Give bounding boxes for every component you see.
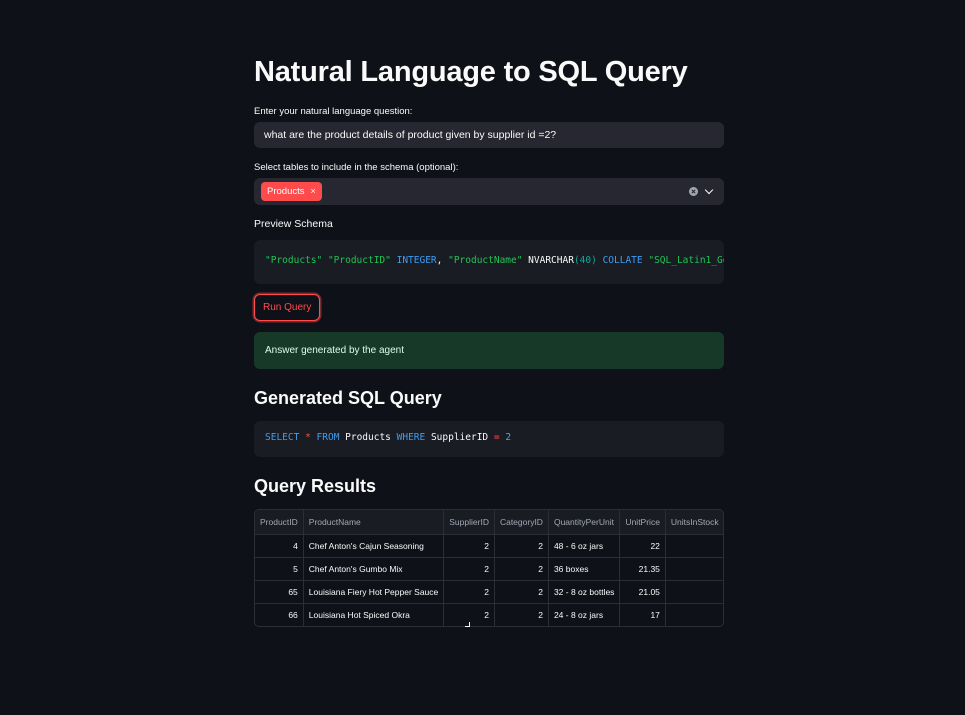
- sql-section-heading: Generated SQL Query: [254, 388, 442, 408]
- column-header[interactable]: ProductID: [255, 510, 304, 535]
- table-cell[interactable]: 21.35: [619, 557, 666, 581]
- table-cell[interactable]: [665, 580, 723, 604]
- code-token: INTEGER: [396, 255, 437, 266]
- code-token: =: [493, 432, 500, 443]
- tables-multiselect[interactable]: Products ×: [254, 178, 724, 205]
- code-token: SupplierID: [425, 432, 494, 443]
- code-token: ,: [436, 255, 449, 266]
- table-cell[interactable]: [665, 557, 723, 581]
- table-cell[interactable]: 2: [443, 580, 495, 604]
- code-token: "SQL_Latin1_General_CP1_CI_AS": [648, 255, 724, 266]
- table-cell[interactable]: 2: [494, 580, 549, 604]
- table-cell[interactable]: 22: [619, 534, 666, 558]
- table-row[interactable]: 66 Louisiana Hot Spiced Okra 2 2 24 - 8 oz j…: [255, 603, 723, 626]
- code-token: "ProductName": [448, 255, 523, 266]
- table-cell[interactable]: Louisiana Hot Spiced Okra: [303, 603, 445, 626]
- selected-table-label: Products: [267, 186, 305, 197]
- table-cell[interactable]: Louisiana Fiery Hot Pepper Sauce: [303, 580, 445, 604]
- table-cell[interactable]: Chef Anton's Cajun Seasoning: [303, 534, 445, 558]
- code-token: *: [305, 432, 311, 443]
- chevron-down-icon[interactable]: [704, 185, 714, 195]
- remove-tag-icon[interactable]: ×: [311, 187, 316, 196]
- question-input[interactable]: what are the product details of product …: [254, 122, 724, 148]
- column-header[interactable]: CategoryID: [494, 510, 549, 535]
- table-cell[interactable]: 32 - 8 oz bottles: [548, 580, 621, 604]
- table-cell[interactable]: 5: [255, 557, 304, 581]
- table-row[interactable]: 65 Louisiana Fiery Hot Pepper Sauce 2 2 32 -…: [255, 580, 723, 604]
- clear-all-icon[interactable]: [689, 187, 698, 196]
- selected-table-tag[interactable]: Products ×: [261, 182, 322, 201]
- code-token: Products: [339, 432, 397, 443]
- code-token: 2: [505, 432, 512, 443]
- sql-code-block[interactable]: SELECT * FROM Products WHERE SupplierID …: [254, 421, 724, 457]
- table-cell[interactable]: 66: [255, 603, 304, 626]
- table-cell[interactable]: Chef Anton's Gumbo Mix: [303, 557, 445, 581]
- table-cell[interactable]: [665, 534, 723, 558]
- code-token: FROM: [316, 432, 340, 443]
- page-title: Natural Language to SQL Query: [254, 56, 688, 88]
- tables-select-label: Select tables to include in the schema (…: [254, 162, 459, 173]
- column-header[interactable]: SupplierID: [443, 510, 495, 535]
- table-cell[interactable]: 65: [255, 580, 304, 604]
- question-label: Enter your natural language question:: [254, 106, 413, 117]
- table-cell[interactable]: 2: [494, 557, 549, 581]
- table-cell[interactable]: 2: [443, 534, 495, 558]
- code-token: COLLATE: [602, 255, 643, 266]
- table-cell[interactable]: 17: [619, 603, 666, 626]
- table-row[interactable]: 5 Chef Anton's Gumbo Mix 2 2 36 boxes 21.35: [255, 557, 723, 581]
- code-token: WHERE: [396, 432, 426, 443]
- table-row[interactable]: 4 Chef Anton's Cajun Seasoning 2 2 48 - 6 oz…: [255, 534, 723, 558]
- table-cell[interactable]: 4: [255, 534, 304, 558]
- table-cell[interactable]: 21.05: [619, 580, 666, 604]
- results-table[interactable]: ProductID ProductName SupplierID CategoryID…: [254, 509, 724, 627]
- code-token: NVARCHAR: [522, 255, 574, 266]
- run-query-button[interactable]: Run Query: [254, 294, 321, 321]
- table-resize-handle[interactable]: [465, 622, 470, 627]
- table-cell[interactable]: 2: [494, 534, 549, 558]
- column-header[interactable]: QuantityPerUnit: [548, 510, 621, 535]
- code-token: "ProductID": [327, 255, 391, 266]
- table-cell[interactable]: 24 - 8 oz jars: [548, 603, 621, 626]
- column-header[interactable]: ProductName: [303, 510, 445, 535]
- code-token: SELECT: [265, 432, 300, 443]
- table-cell[interactable]: 2: [443, 557, 495, 581]
- code-token: (40): [573, 255, 597, 266]
- table-cell[interactable]: 36 boxes: [548, 557, 621, 581]
- preview-schema-label: Preview Schema: [254, 218, 333, 230]
- table-cell[interactable]: [665, 603, 723, 626]
- success-alert: Answer generated by the agent: [254, 332, 724, 369]
- column-header[interactable]: UnitsInStock: [665, 510, 723, 535]
- column-header[interactable]: UnitPrice: [619, 510, 666, 535]
- results-heading: Query Results: [254, 476, 377, 496]
- table-cell[interactable]: 48 - 6 oz jars: [548, 534, 621, 558]
- code-token: "Products": [265, 255, 323, 266]
- schema-code-block[interactable]: "Products" "ProductID" INTEGER, "Product…: [254, 240, 724, 284]
- table-cell[interactable]: 2: [494, 603, 549, 626]
